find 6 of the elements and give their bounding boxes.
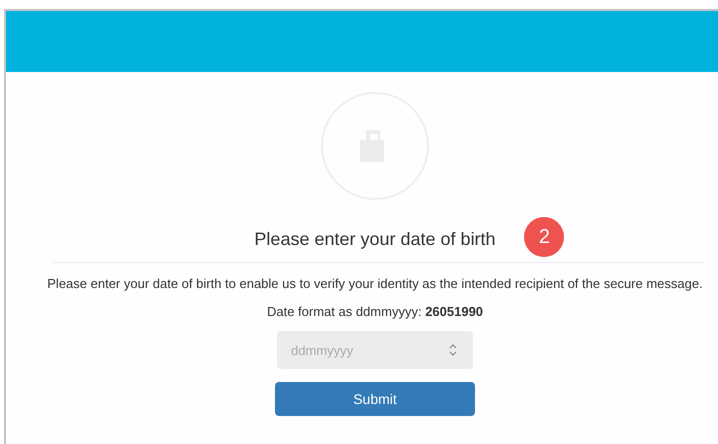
format-hint: Date format as ddmmyyyy: 26051990	[266, 304, 484, 319]
step-badge: 2	[524, 217, 564, 257]
page-title: Please enter your date of birth	[254, 229, 496, 250]
description-text: Please enter your date of birth to enable us to verify your identity as the intended recipient of the secure message.	[46, 275, 704, 293]
date-field[interactable]: ddmmyyyy	[277, 331, 473, 369]
submit-button[interactable]: Submit	[275, 382, 475, 416]
